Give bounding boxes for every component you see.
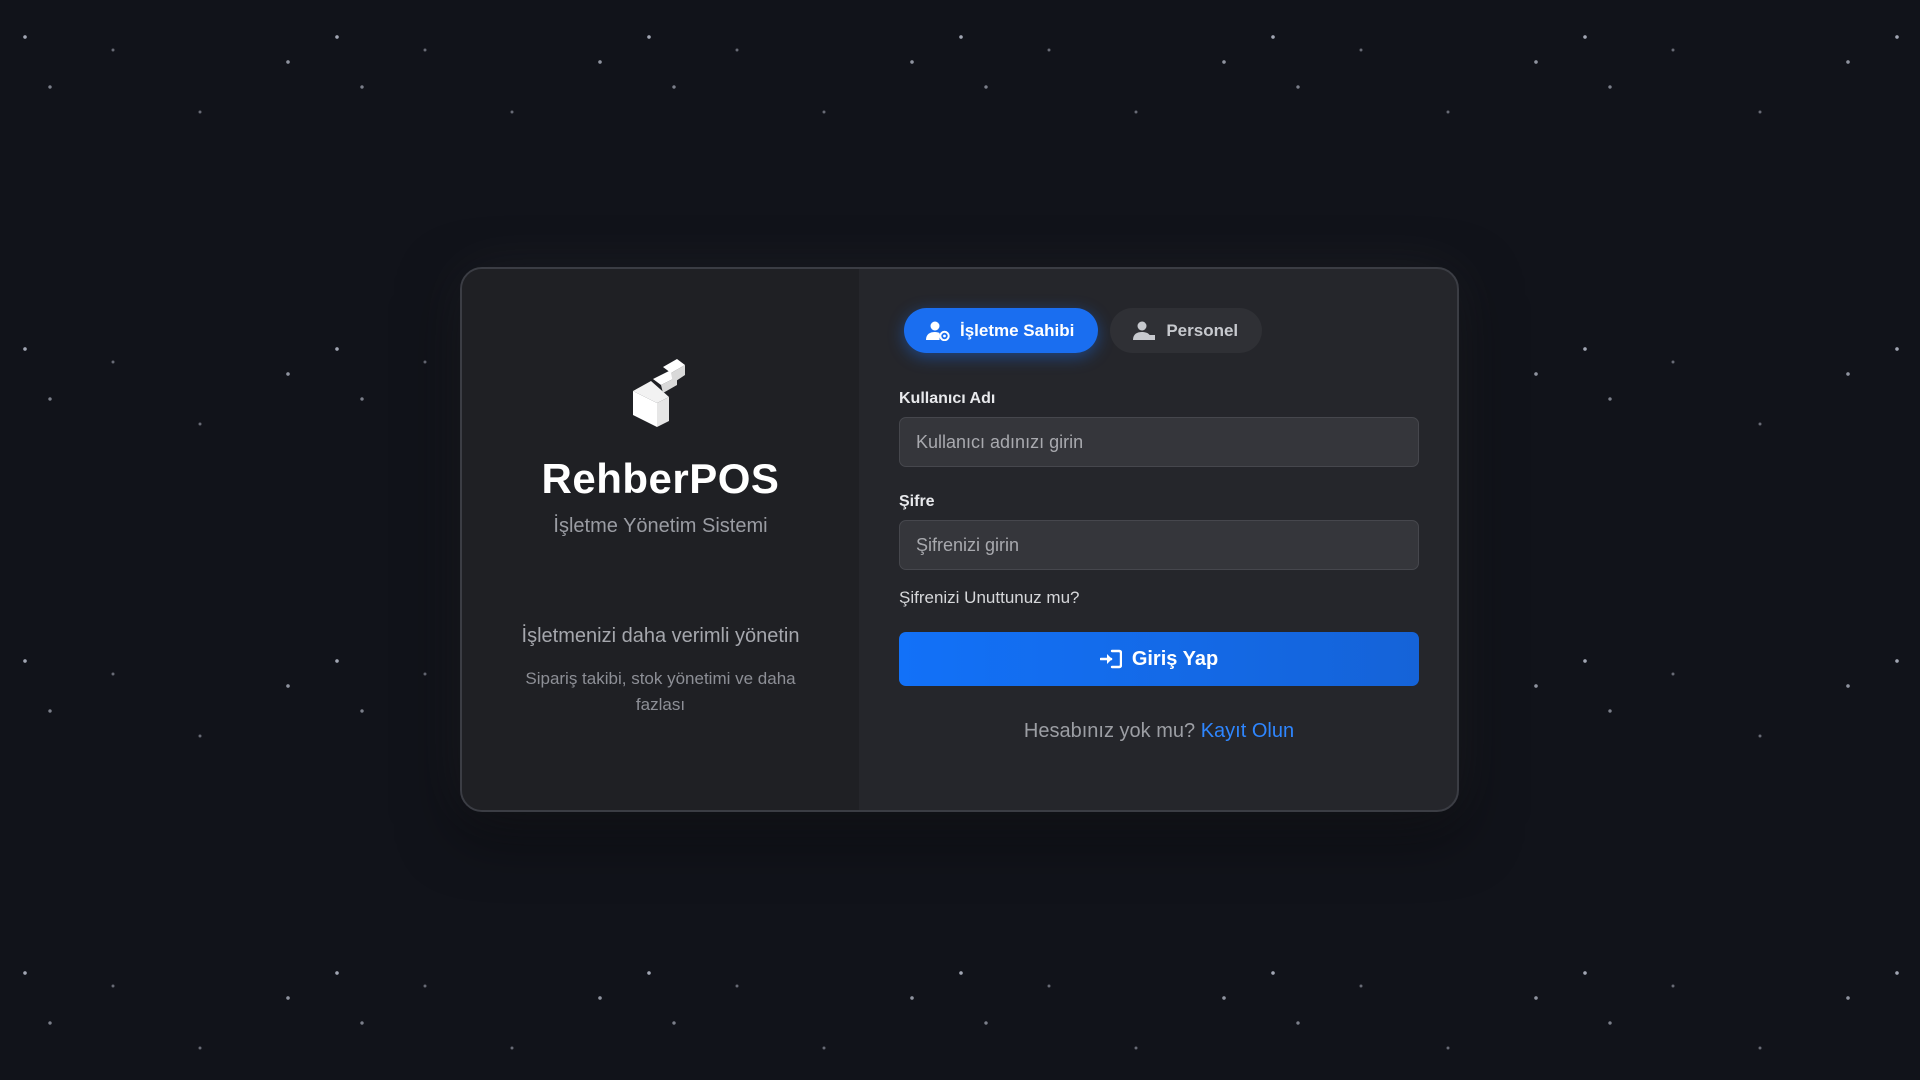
forgot-password-link[interactable]: Şifrenizi Unuttunuz mu? <box>899 588 1079 608</box>
login-card: RehberPOS İşletme Yönetim Sistemi İşletm… <box>460 267 1459 812</box>
brand-panel: RehberPOS İşletme Yönetim Sistemi İşletm… <box>462 269 859 810</box>
login-button-label: Giriş Yap <box>1131 647 1219 670</box>
brand-tagline: İşletmenizi daha verimli yönetin <box>521 625 800 647</box>
tab-owner[interactable]: İşletme Sahibi <box>904 308 1099 353</box>
role-tabs: İşletme Sahibi Personel <box>904 308 1419 353</box>
brand-name: RehberPOS <box>541 455 780 502</box>
username-label: Kullanıcı Adı <box>899 390 996 407</box>
tab-staff-label: Personel <box>1166 320 1239 340</box>
password-input[interactable] <box>899 520 1419 570</box>
password-label: Şifre <box>899 493 935 510</box>
sign-in-icon <box>1099 649 1122 669</box>
user-gear-icon <box>926 321 950 341</box>
user-icon <box>1133 321 1156 340</box>
register-prompt: Hesabınız yok mu? <box>1023 720 1196 742</box>
register-link[interactable]: Kayıt Olun <box>1201 720 1294 742</box>
brand-description: Sipariş takibi, stok yönetimi ve daha fa… <box>525 669 796 714</box>
register-row: Hesabınız yok mu? Kayıt Olun <box>899 720 1419 743</box>
brand-subtitle: İşletme Yönetim Sistemi <box>553 515 768 537</box>
tab-owner-label: İşletme Sahibi <box>960 320 1075 340</box>
login-button[interactable]: Giriş Yap <box>899 632 1419 686</box>
login-form-panel: İşletme Sahibi Personel Kullanıcı Adı Şi… <box>859 269 1457 810</box>
username-input[interactable] <box>899 417 1419 467</box>
brand-logo-icon <box>632 359 685 427</box>
tab-staff[interactable]: Personel <box>1110 308 1263 353</box>
